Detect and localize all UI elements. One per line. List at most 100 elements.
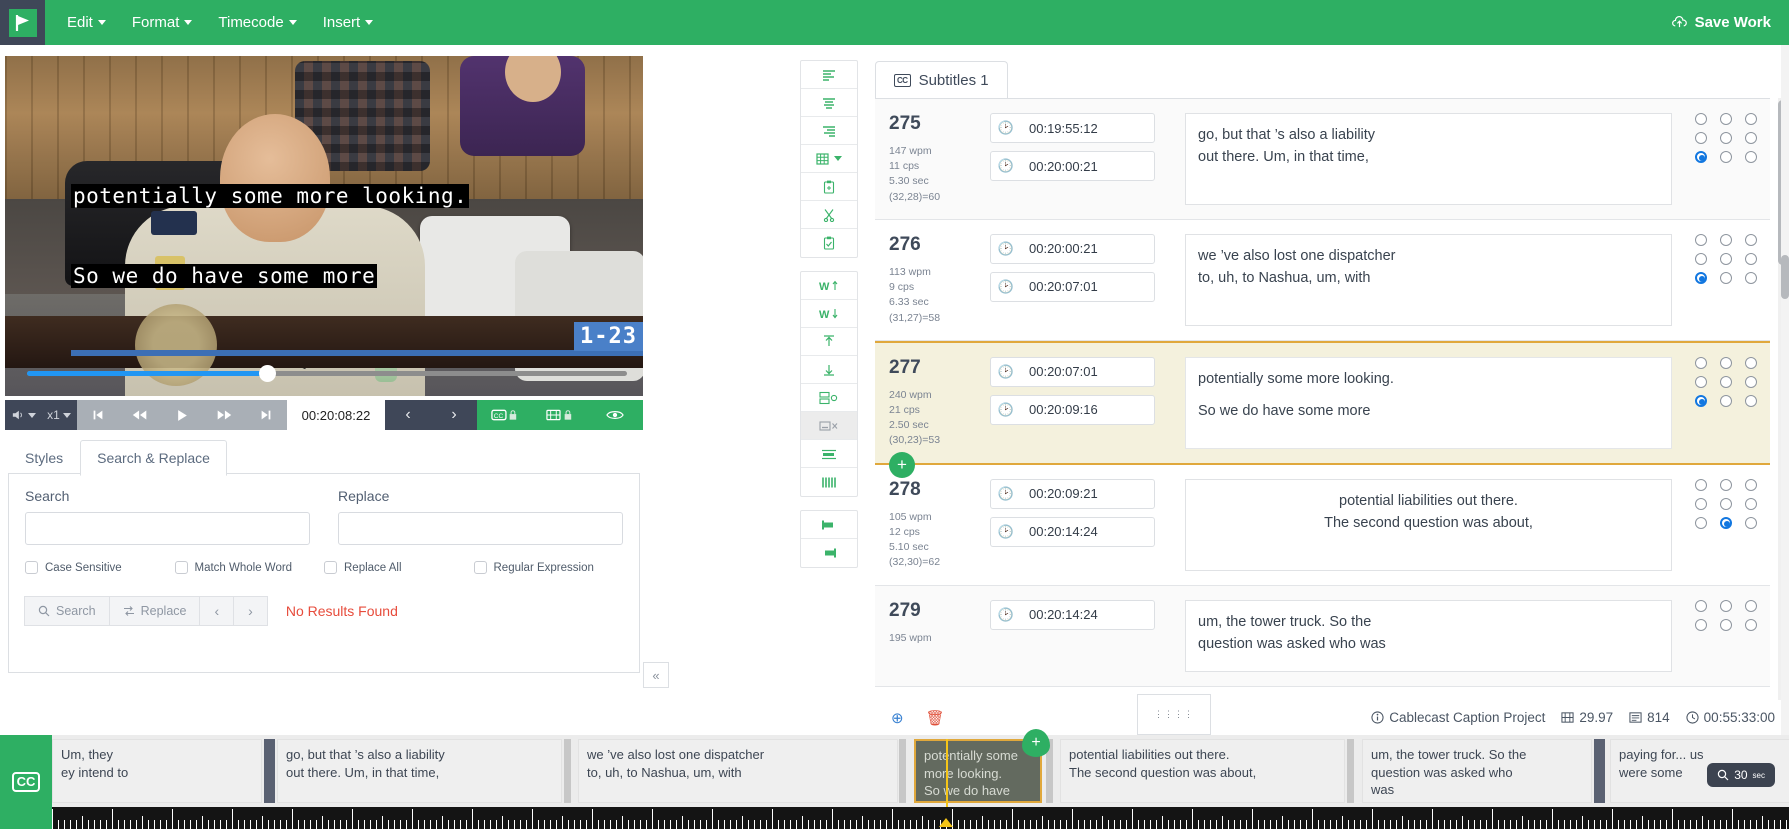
play-button[interactable] [161, 400, 203, 430]
columns-button[interactable] [801, 468, 857, 496]
menu-insert[interactable]: Insert [323, 14, 374, 31]
position-radio[interactable] [1720, 497, 1732, 510]
position-radio[interactable] [1745, 599, 1757, 612]
paste-insert-button[interactable] [801, 173, 857, 201]
align-right-button[interactable] [801, 117, 857, 145]
position-radio-selected[interactable] [1695, 151, 1707, 163]
set-in-point-button[interactable] [801, 511, 857, 539]
row-start-timecode[interactable]: 🕑 00:20:14:24 [990, 599, 1155, 630]
row-start-timecode[interactable]: 🕑 00:20:09:21 [990, 478, 1155, 509]
table-row[interactable]: 276 113 wpm 9 cps 6.33 sec (31,27)=58 🕑 … [875, 220, 1770, 341]
position-radio[interactable] [1720, 618, 1732, 631]
timeline-cue[interactable]: um, the tower truck. So the question was… [1362, 739, 1592, 803]
tab-subtitles-1[interactable]: CC Subtitles 1 [875, 61, 1008, 98]
split-caption-button[interactable] [801, 384, 857, 412]
move-line-down-button[interactable] [801, 356, 857, 384]
position-radio[interactable] [1695, 497, 1707, 510]
tab-styles[interactable]: Styles [8, 440, 80, 476]
app-logo[interactable] [0, 0, 45, 45]
main-scrollbar-track[interactable] [1781, 45, 1789, 735]
table-row-selected[interactable]: 277 240 wpm 21 cps 2.50 sec (30,23)=53 🕑… [875, 340, 1770, 465]
row-caption-text[interactable]: um, the tower truck. So the question was… [1185, 599, 1672, 672]
position-radio[interactable] [1720, 394, 1732, 407]
position-radio[interactable] [1745, 132, 1757, 144]
menu-timecode[interactable]: Timecode [218, 14, 297, 31]
row-caption-text[interactable]: potentially some more looking. So we do … [1185, 356, 1672, 449]
position-radio[interactable] [1720, 375, 1732, 388]
position-radio[interactable] [1745, 478, 1757, 491]
film-lock-button[interactable] [532, 400, 587, 430]
volume-button[interactable] [5, 400, 41, 430]
skip-to-end-button[interactable] [245, 400, 287, 430]
table-row[interactable]: 275 147 wpm 11 cps 5.30 sec (32,28)=60 🕑… [875, 99, 1770, 220]
move-line-up-button[interactable] [801, 328, 857, 356]
timeline-cue-handle[interactable] [1347, 739, 1354, 803]
position-radio[interactable] [1695, 599, 1707, 612]
position-radio[interactable] [1695, 132, 1707, 144]
position-radio[interactable] [1745, 394, 1757, 407]
replace-button[interactable]: Replace [108, 596, 201, 626]
position-radio[interactable] [1745, 356, 1757, 369]
previous-caption-button[interactable]: ‹ [385, 400, 431, 430]
timeline-cue-handle[interactable] [899, 739, 906, 803]
menu-edit[interactable]: Edit [67, 14, 106, 31]
timeline-zoom-button[interactable]: 30 sec [1707, 763, 1775, 787]
align-left-button[interactable] [801, 61, 857, 89]
position-radio[interactable] [1720, 356, 1732, 369]
position-radio[interactable] [1695, 375, 1707, 388]
main-scrollbar-thumb[interactable] [1781, 255, 1789, 299]
timeline-add-cue-button[interactable]: + [1022, 729, 1050, 757]
add-caption-button[interactable]: + [889, 451, 915, 478]
paste-apply-button[interactable] [801, 229, 857, 257]
move-word-down-button[interactable]: W [801, 300, 857, 328]
fast-forward-button[interactable] [203, 400, 245, 430]
collapse-panel-button[interactable]: « [643, 662, 669, 688]
checkbox-match-whole-word[interactable]: Match Whole Word [174, 561, 325, 574]
position-radio[interactable] [1695, 516, 1707, 529]
menu-format[interactable]: Format [132, 14, 193, 31]
position-radio[interactable] [1695, 356, 1707, 369]
position-radio[interactable] [1695, 478, 1707, 491]
timeline-cue[interactable]: Um, they ey intend to [52, 739, 262, 803]
checkbox-regular-expression[interactable]: Regular Expression [473, 561, 624, 574]
position-radio[interactable] [1720, 599, 1732, 612]
timeline-cue[interactable]: go, but that ’s also a liability out the… [277, 739, 562, 803]
single-line-button[interactable] [801, 440, 857, 468]
save-work-button[interactable]: Save Work [1671, 0, 1771, 45]
next-caption-button[interactable]: › [431, 400, 477, 430]
row-end-timecode[interactable]: 🕑 00:20:09:16 [990, 394, 1155, 425]
position-radio[interactable] [1695, 113, 1707, 125]
search-button[interactable]: Search [24, 596, 110, 626]
position-radio-selected[interactable] [1695, 394, 1707, 407]
position-radio[interactable] [1745, 618, 1757, 631]
row-start-timecode[interactable]: 🕑 00:20:00:21 [990, 233, 1155, 264]
timeline-cue-divider[interactable] [1594, 739, 1605, 803]
cc-lock-button[interactable]: CC [477, 400, 532, 430]
search-prev-button[interactable]: ‹ [199, 596, 235, 626]
position-radio[interactable] [1745, 271, 1757, 284]
row-start-timecode[interactable]: 🕑 00:20:07:01 [990, 356, 1155, 387]
timeline-cue-handle[interactable] [564, 739, 571, 803]
row-caption-text[interactable]: potential liabilities out there. The sec… [1185, 478, 1672, 571]
position-radio[interactable] [1745, 113, 1757, 125]
row-end-timecode[interactable]: 🕑 00:20:00:21 [990, 151, 1155, 181]
table-row[interactable]: 279 195 wpm 🕑 00:20:14:24 um, the tower … [875, 585, 1770, 687]
current-timecode-field[interactable]: 00:20:08:22 [287, 400, 385, 430]
video-seekbar[interactable] [27, 365, 627, 382]
cut-button[interactable] [801, 201, 857, 229]
position-radio[interactable] [1720, 233, 1732, 246]
position-radio[interactable] [1745, 252, 1757, 265]
video-player[interactable]: 1-23 potentially some more looking. So w… [5, 56, 643, 396]
position-radio[interactable] [1745, 375, 1757, 388]
add-caption-row-button[interactable]: ⊕ [891, 709, 904, 727]
checkbox-replace-all[interactable]: Replace All [324, 561, 474, 574]
align-center-button[interactable] [801, 89, 857, 117]
timeline-cc-toggle[interactable]: CC [0, 735, 52, 829]
position-radio[interactable] [1720, 113, 1732, 125]
table-dropdown-button[interactable] [801, 145, 857, 173]
seek-thumb[interactable] [259, 365, 276, 382]
position-radio[interactable] [1720, 271, 1732, 284]
position-radio[interactable] [1720, 132, 1732, 144]
checkbox-case-sensitive[interactable]: Case Sensitive [25, 561, 175, 574]
timeline-playhead[interactable] [946, 739, 948, 807]
